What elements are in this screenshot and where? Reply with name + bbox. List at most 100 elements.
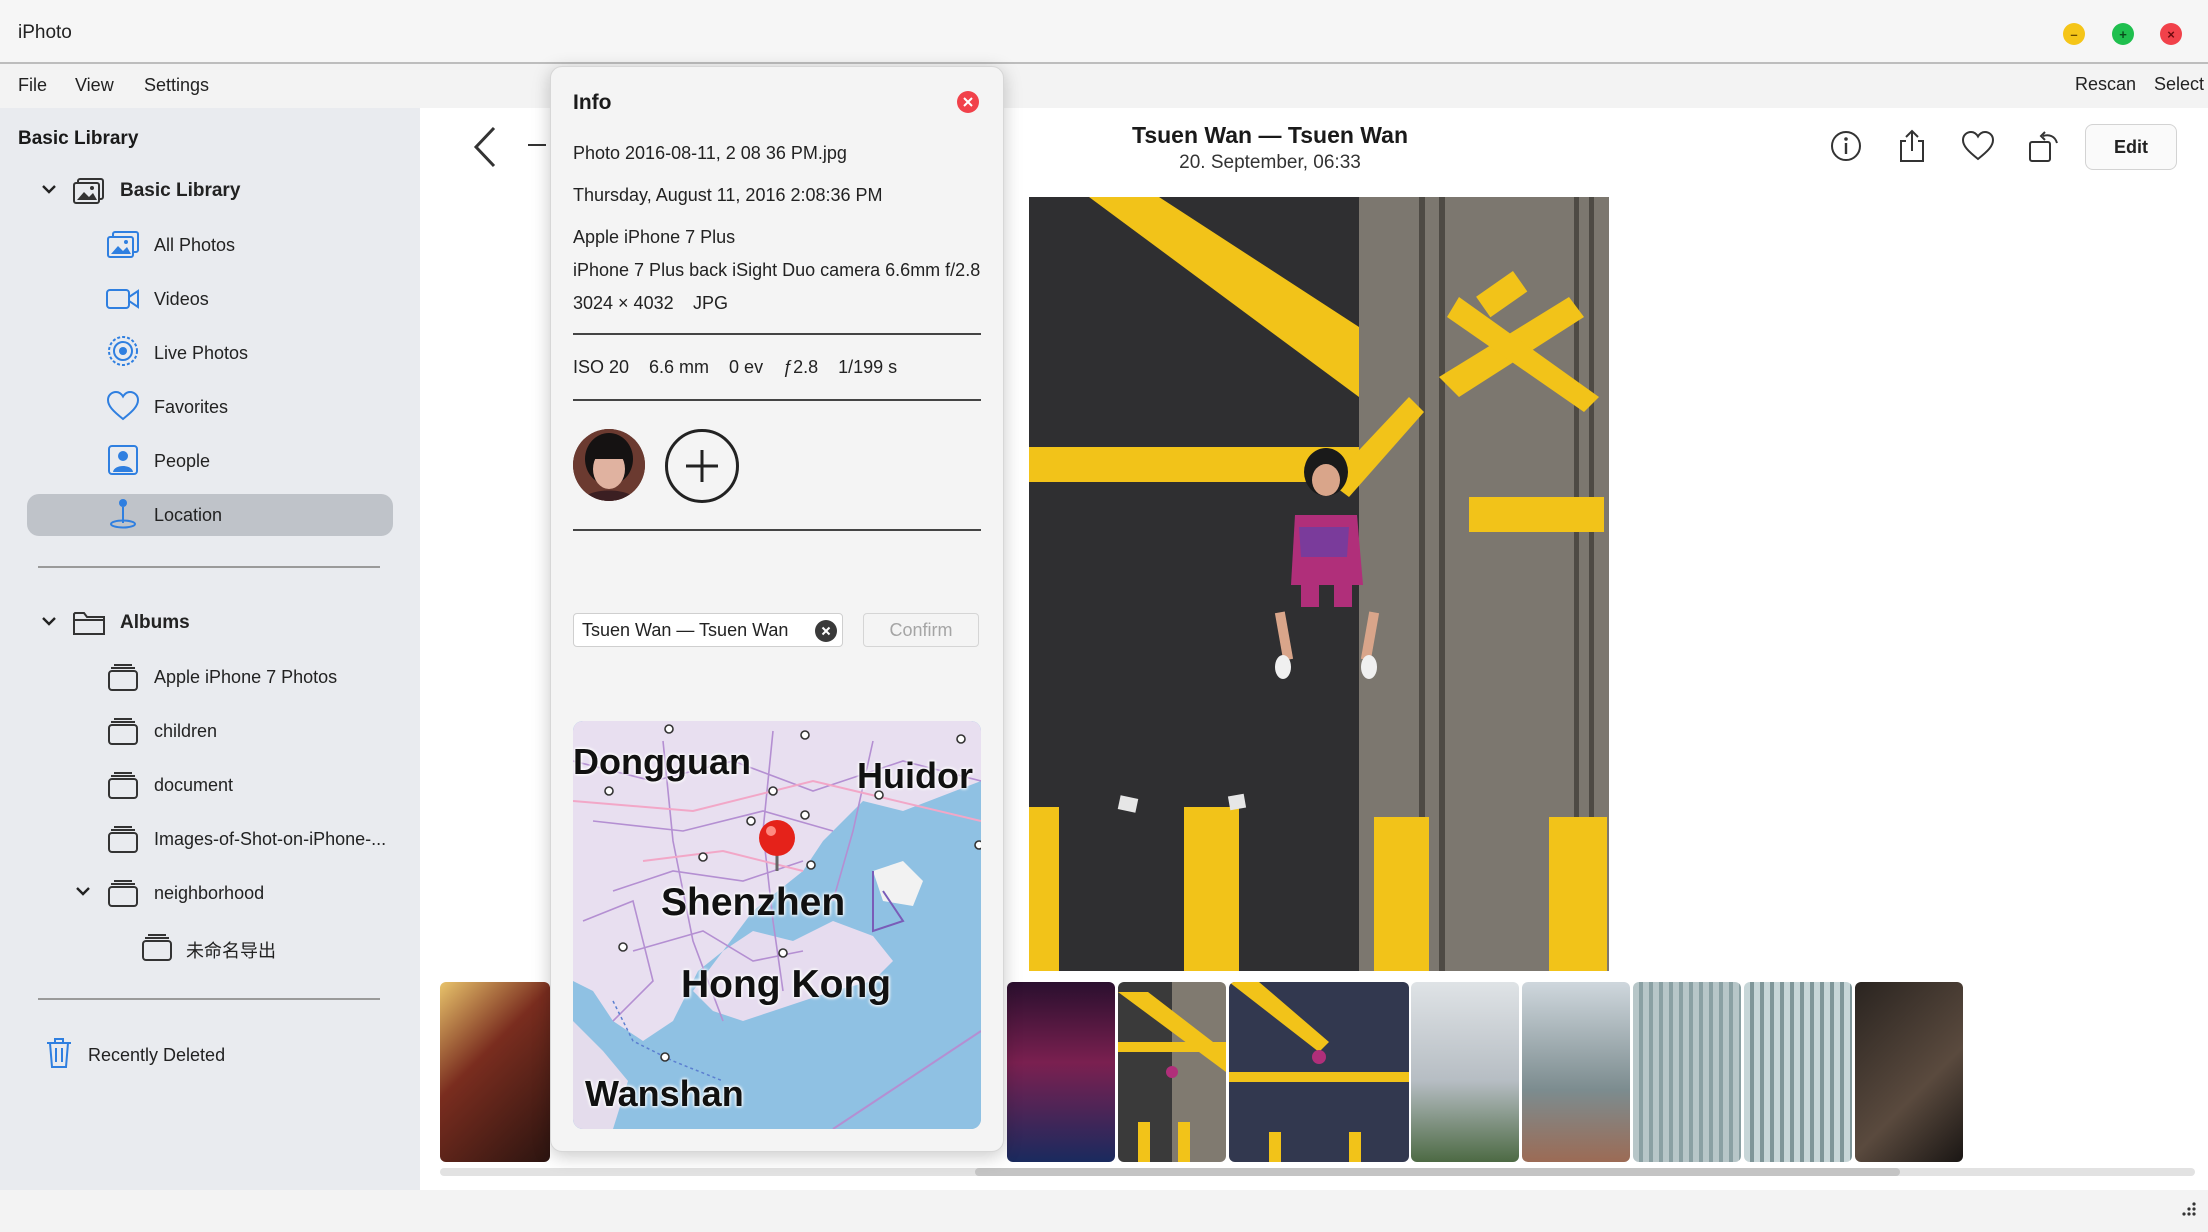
menu-view[interactable]: View [75, 75, 114, 96]
info-camera: Apple iPhone 7 Plus [573, 227, 736, 247]
app-title: iPhoto [18, 22, 72, 43]
sidebar-group-albums[interactable]: Albums [0, 602, 420, 644]
sidebar-group-albums-label: Albums [120, 612, 190, 633]
thumbnail-scrollbar-thumb[interactable] [975, 1168, 1900, 1176]
sidebar-item-recently-deleted[interactable]: Recently Deleted [0, 1034, 420, 1076]
clear-icon [821, 626, 831, 636]
folder-icon [72, 608, 106, 638]
main-photo[interactable] [1029, 197, 1609, 971]
clear-location-button[interactable] [815, 620, 837, 642]
sidebar-divider [38, 998, 380, 1000]
sidebar-item-location[interactable]: Location [0, 494, 420, 536]
select-button[interactable]: Select [2154, 74, 2204, 95]
favorite-heart-icon[interactable] [1960, 128, 1996, 164]
map-label-shenzhen: Shenzhen [661, 881, 846, 924]
exif-aperture: ƒ2.8 [783, 357, 819, 377]
sidebar-album-children[interactable]: children [0, 710, 420, 752]
heart-icon [106, 391, 140, 421]
info-divider [573, 333, 981, 335]
sidebar-item-favorites[interactable]: Favorites [0, 386, 420, 428]
thumbnail[interactable] [1855, 982, 1963, 1162]
sidebar-album-document[interactable]: document [0, 764, 420, 806]
sidebar-album-unnamed-export[interactable]: 未命名导出 [0, 926, 420, 968]
minimize-button[interactable]: – [2063, 23, 2085, 45]
chevron-down-icon[interactable] [40, 180, 58, 203]
sidebar-item-videos[interactable]: Videos [0, 278, 420, 320]
info-filename: Photo 2016-08-11, 2 08 36 PM.jpg [573, 143, 847, 163]
share-icon[interactable] [1894, 128, 1930, 164]
info-close-button[interactable] [957, 91, 979, 113]
thumbnail[interactable] [1633, 982, 1741, 1162]
album-icon [106, 770, 140, 800]
resize-grip-icon[interactable] [2178, 1200, 2198, 1220]
menu-file[interactable]: File [18, 75, 47, 96]
sidebar-group-library[interactable]: Basic Library [0, 170, 420, 212]
sidebar: Basic Library Basic Library All Photos V… [0, 108, 420, 1190]
map-label-huidong: Huidor [857, 755, 973, 796]
thumbnail[interactable] [440, 982, 550, 1162]
chevron-down-icon[interactable] [74, 882, 92, 905]
thumbnail[interactable] [1411, 982, 1519, 1162]
photo-subtitle: 20. September, 06:33 [1179, 152, 1361, 173]
menu-settings[interactable]: Settings [144, 75, 209, 96]
edit-button[interactable]: Edit [2085, 124, 2177, 170]
sidebar-item-all-photos[interactable]: All Photos [0, 224, 420, 266]
info-panel-title: Info [573, 91, 612, 114]
map-label-wanshan: Wanshan [585, 1073, 744, 1114]
sidebar-item-label: Videos [154, 289, 209, 309]
photos-icon [106, 230, 140, 260]
info-dimensions: 3024 × 4032 [573, 293, 674, 313]
sidebar-item-people[interactable]: People [0, 440, 420, 482]
rescan-button[interactable]: Rescan [2075, 74, 2136, 95]
exif-iso: ISO 20 [573, 357, 630, 377]
sidebar-item-label: Favorites [154, 397, 229, 417]
sidebar-item-label: Location [154, 505, 223, 525]
sidebar-album-images-of-shot-on-iphone[interactable]: Images-of-Shot-on-iPhone-... [0, 818, 420, 860]
sidebar-item-live-photos[interactable]: Live Photos [0, 332, 420, 374]
sidebar-album-label: Images-of-Shot-on-iPhone-... [154, 829, 387, 849]
close-window-button[interactable]: × [2160, 23, 2182, 45]
add-person-button[interactable] [665, 429, 739, 503]
location-map[interactable]: Dongguan Huidor Shenzhen Hong Kong Wansh… [573, 721, 981, 1129]
sidebar-album-label: 未命名导出 [186, 941, 276, 962]
person-avatar[interactable] [573, 429, 645, 501]
back-button[interactable] [470, 122, 500, 172]
sidebar-album-apple-iphone-7-photos[interactable]: Apple iPhone 7 Photos [0, 656, 420, 698]
location-pin-icon [106, 498, 140, 529]
sidebar-divider [38, 566, 380, 568]
info-exif-row: ISO 20 6.6 mm 0 ev ƒ2.8 1/199 s [573, 357, 897, 378]
info-lens: iPhone 7 Plus back iSight Duo camera 6.6… [573, 260, 981, 280]
maximize-button[interactable]: + [2112, 23, 2134, 45]
info-divider [573, 529, 981, 531]
photo-title: Tsuen Wan — Tsuen Wan [1132, 122, 1408, 148]
plus-icon [686, 450, 718, 482]
person-icon [106, 445, 140, 475]
exif-exposure-bias: 0 ev [729, 357, 764, 377]
close-icon [963, 97, 973, 107]
thumbnail[interactable] [1522, 982, 1630, 1162]
sidebar-group-library-label: Basic Library [120, 180, 241, 201]
map-label-hong-kong: Hong Kong [681, 963, 892, 1006]
confirm-button[interactable]: Confirm [863, 613, 979, 647]
album-icon [106, 878, 140, 908]
video-icon [106, 284, 140, 314]
thumbnail[interactable] [1007, 982, 1115, 1162]
thumbnail[interactable] [1118, 982, 1226, 1162]
thumbnail[interactable] [1744, 982, 1852, 1162]
trash-icon [42, 1038, 76, 1068]
exif-shutter-speed: 1/199 s [838, 357, 898, 377]
live-photo-icon [106, 336, 140, 366]
rotate-icon[interactable] [2026, 128, 2062, 164]
sidebar-album-neighborhood[interactable]: neighborhood [0, 872, 420, 914]
map-label-dongguan: Dongguan [573, 741, 751, 782]
sidebar-album-label: neighborhood [154, 883, 265, 903]
zoom-out-icon[interactable] [528, 144, 546, 146]
thumbnail[interactable] [1229, 982, 1409, 1162]
location-input[interactable] [573, 613, 843, 647]
sidebar-item-label: People [154, 451, 211, 471]
info-icon[interactable] [1828, 128, 1864, 164]
info-panel: Info Photo 2016-08-11, 2 08 36 PM.jpg Th… [550, 66, 1004, 1152]
sidebar-album-label: document [154, 775, 234, 795]
library-icon [72, 176, 106, 206]
chevron-down-icon[interactable] [40, 612, 58, 635]
